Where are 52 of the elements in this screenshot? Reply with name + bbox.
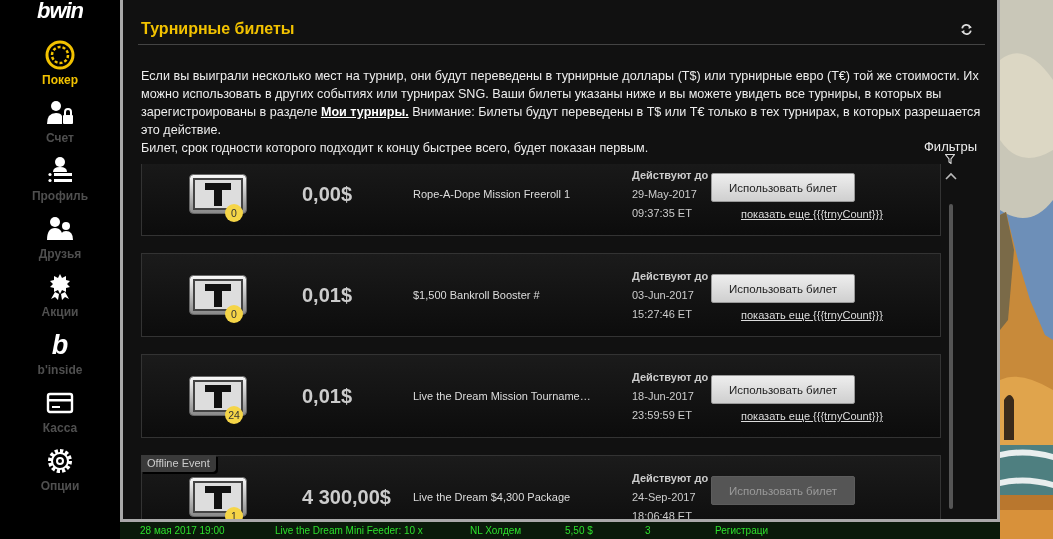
nav-item[interactable]: b b'inside [37,330,83,386]
tournament-name: Rope-A-Dope Mission Freeroll 1 [413,188,572,200]
valid-until-label: Действуют до [632,470,710,486]
show-more-link[interactable]: показать еще {{{trnyCount}}} [741,309,883,321]
tournament-name: Live the Dream Mission Tourname… [413,390,592,402]
settings-icon [45,446,75,476]
expiry-time: 09:37:35 ET [632,205,693,221]
table-cell-text: NL Холдем [470,523,523,538]
ticket-amount: 4 300,00$ [302,485,392,509]
expiry-date: 03-Jun-2017 [632,287,695,303]
table-cell-text: Live the Dream Mini Feeder: 10 x [275,523,424,538]
use-ticket-button[interactable]: Использовать билет [711,173,855,202]
event-tag: Offline Event [141,455,216,472]
expiry-time: 15:27:46 ET [632,306,693,322]
expiry-date: 29-May-2017 [632,186,698,202]
logo: bwin [36,0,84,22]
table-cell-text: 28 мая 2017 19:00 [140,523,226,538]
expiry-date: 18-Jun-2017 [632,388,695,404]
expiry-time: 23:59:59 ET [632,407,693,423]
use-ticket-button[interactable]: Использовать билет [711,274,855,303]
scroll-up-icon[interactable] [945,172,957,180]
scrollbar-thumb[interactable] [949,204,953,509]
b-logo-icon: b [51,330,69,360]
tournament-name: $1,500 Bankroll Booster # [413,289,541,301]
ticket-amount: 0,01$ [302,283,354,307]
expiry-time: 18:06:48 ET [632,508,693,519]
table-cell-text: 3 [645,523,652,538]
refresh-icon[interactable] [960,22,973,36]
table-cell-text: Регистраци [715,523,770,538]
description-text: Если вы выиграли несколько мест на турнир, они будут переведены в турнирные доллары (T$) или турнирные евро (T€) той же стоимости. Их можно использовать в других событиях или турнирах SNG. Ваши билеты указаны ниже и вы можете увидеть все турниры, в которых вы зарегистроированы в разделе Мои турниры. Внимание: Билеты будут переведены в T$ или T€ только в тех турнирах, в которых разрешается это действие. [141,68,982,139]
valid-until-label: Действуют до [632,167,710,183]
ticket-amount: 0,00$ [302,182,354,206]
my-tournaments-link[interactable]: Мои турниры. [320,105,409,119]
note-text: Билет, срок годности которого подходит к концу быстрее всего, будет показан первым. [141,140,649,157]
expiry-date: 24-Sep-2017 [632,489,697,505]
show-more-link[interactable]: показать еще {{{trnyCount}}} [741,410,883,422]
filter-icon [945,154,956,164]
valid-until-label: Действуют до [632,268,710,284]
use-ticket-button[interactable]: Использовать билет [711,375,855,404]
nav-item[interactable]: Покер [42,40,78,96]
ticket-icon [189,477,247,517]
chip-icon [45,40,75,70]
dialog-title: Турнирные билеты [141,20,295,38]
table-cell-text: 5,50 $ [565,523,594,538]
count-badge: 0 [225,204,243,222]
tournament-name: Live the Dream $4,300 Package [413,491,572,503]
valid-until-label: Действуют до [632,369,710,385]
count-badge: 0 [225,305,243,323]
filters-button[interactable]: Фильтры [924,139,977,164]
ticket-amount: 0,01$ [302,384,354,408]
show-more-link[interactable]: показать еще {{{trnyCount}}} [741,208,883,220]
count-badge: 24 [225,406,243,424]
